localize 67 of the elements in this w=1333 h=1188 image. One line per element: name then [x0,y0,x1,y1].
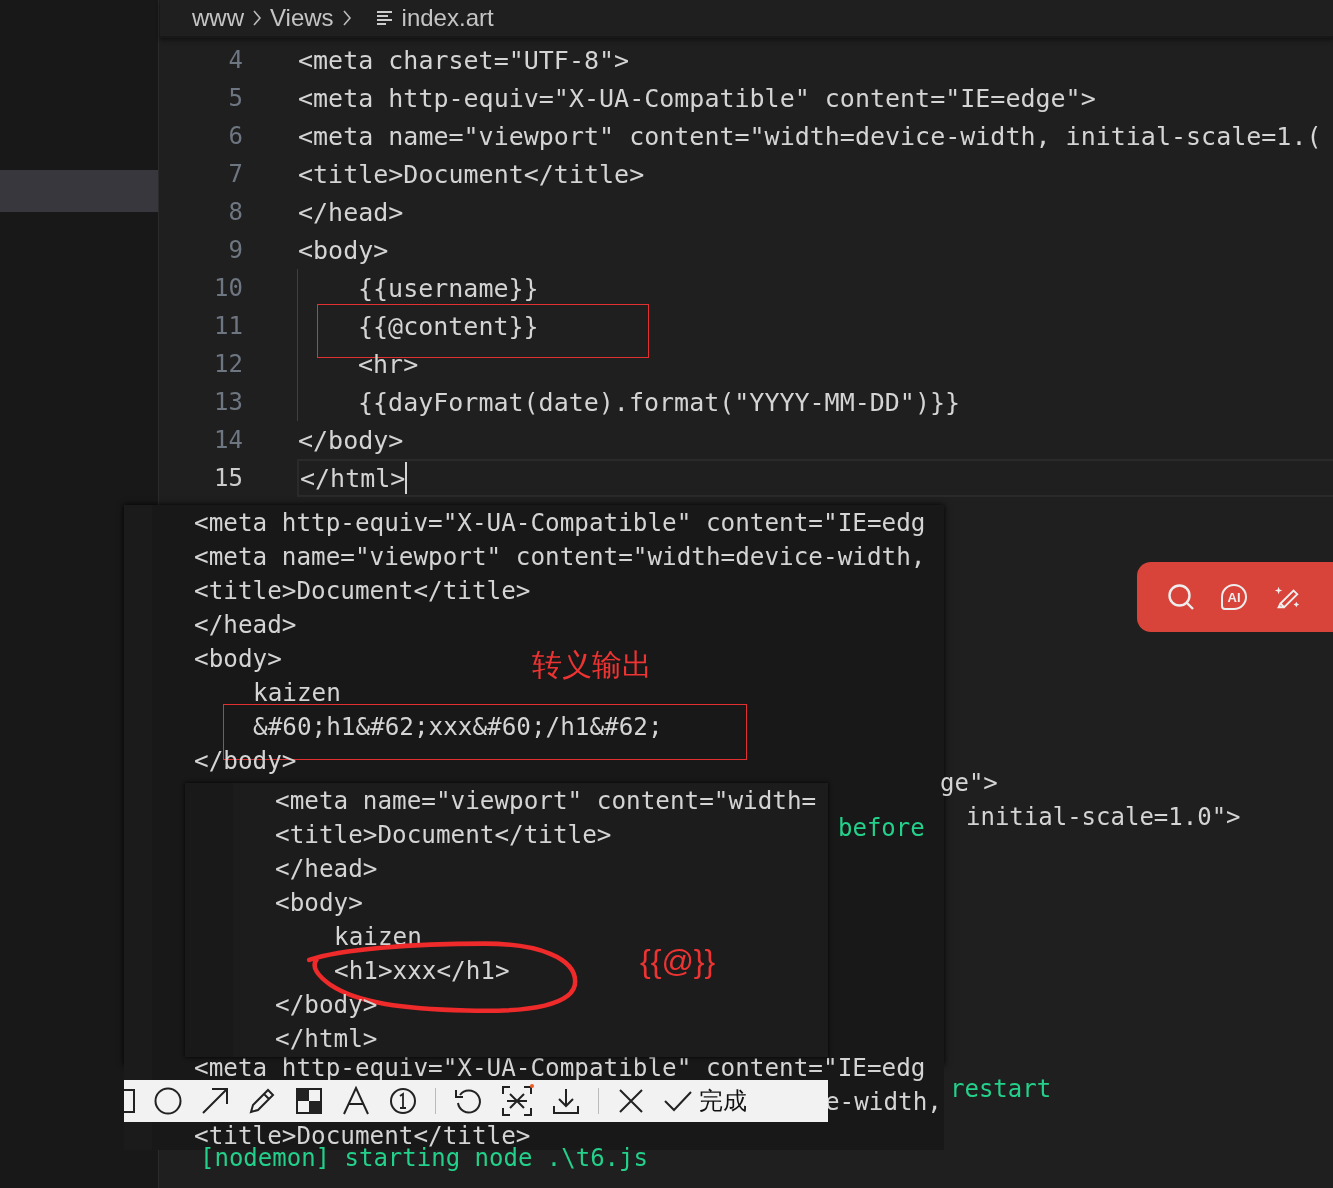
line-number: 15 [213,464,243,492]
code-line: <meta name="viewport" content="width=device-width, initial-scale=1.( [298,121,1322,151]
code-line: kaizen [253,677,341,707]
code-line: {{dayFormat(date).format("YYYY-MM-DD")}} [358,387,961,417]
file-name[interactable]: index.art [401,4,494,32]
code-line: </head> [298,197,404,227]
code-line: kaizen [334,921,422,951]
file-lines-icon [375,10,394,26]
code-text: ge"> [940,768,998,798]
code-text: restart [950,1074,1052,1104]
code-line: <h1>xxx</h1> [334,955,510,985]
line-number: 5 [227,84,243,112]
code-line: <meta http-equiv="X-UA-Compatible" content="IE=edg [194,1052,926,1082]
code-line: <title>Document</title> [275,819,612,849]
code-text: initial-scale=1.0"> [966,802,1241,832]
code-line: <meta http-equiv="X-UA-Compatible" content="IE=edg [194,507,926,537]
code-line: <title>Document</title> [298,159,645,189]
code-line: {{username}} [358,273,539,303]
search-icon[interactable] [1167,583,1195,611]
code-line: <body> [275,887,363,917]
annotation-note: 转义输出 [532,646,652,684]
pencil-tool-icon[interactable] [247,1086,277,1116]
line-number: 6 [227,122,243,150]
line-number: 13 [213,388,243,416]
code-line: </head> [275,853,378,883]
code-line: </body> [298,425,404,455]
code-line: <body> [194,643,282,673]
number-tool-icon[interactable] [388,1086,418,1116]
scan-icon[interactable] [500,1084,534,1118]
code-line: <body> [298,235,389,265]
breadcrumb-item[interactable]: Views [270,4,334,32]
line-number: 11 [213,312,243,340]
code-line: <title>Document</title> [194,575,531,605]
line-number: 8 [227,198,243,226]
code-line: e-width, [824,1086,942,1116]
code-line: </html> [300,463,406,493]
text-tool-icon[interactable] [341,1086,371,1116]
circle-tool-icon[interactable] [153,1086,183,1116]
code-line: </body> [275,989,378,1019]
mosaic-tool-icon[interactable] [294,1086,324,1116]
chevron-icon [341,8,352,28]
code-line: </html> [275,1023,378,1053]
chevron-icon [252,8,262,28]
done-button[interactable]: 完成 [663,1085,747,1117]
line-number: 7 [227,160,243,188]
code-text: before [838,813,925,843]
undo-icon[interactable] [453,1086,483,1116]
rectangle-tool-icon[interactable] [124,1088,136,1114]
code-line: <hr> [358,349,419,379]
code-line: <meta http-equiv="X-UA-Compatible" content="IE=edge"> [298,83,1096,113]
code-line: &#60;h1&#62;xxx&#60;/h1&#62; [253,711,663,741]
breadcrumb-item[interactable]: www [192,4,244,32]
line-number: 14 [213,426,243,454]
ai-button[interactable]: AI [1221,584,1247,610]
code-line: <meta name="viewport" content="width=device-width, [194,541,926,571]
text-cursor [405,462,408,494]
arrow-tool-icon[interactable] [200,1086,230,1116]
line-number: 12 [213,350,243,378]
line-number: 4 [227,46,243,74]
check-icon [663,1089,693,1113]
code-line: <meta charset="UTF-8"> [298,45,630,75]
code-line: <meta name="viewport" content="width= [275,785,817,815]
download-icon[interactable] [551,1086,581,1116]
code-line: </head> [194,609,297,639]
line-number: 10 [213,274,243,302]
line-number: 9 [227,236,243,264]
annotation-note: {{@}} [640,943,716,980]
